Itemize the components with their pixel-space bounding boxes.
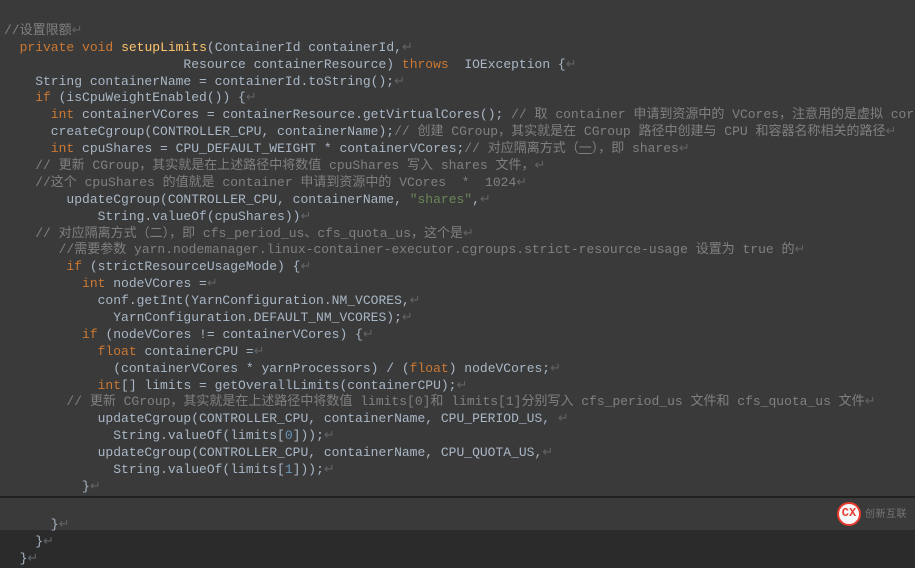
- keyword-int: int: [4, 276, 105, 291]
- keyword-void: void: [82, 40, 113, 55]
- keyword-private: private: [4, 40, 74, 55]
- eol: ↵: [254, 344, 265, 359]
- comment: //设置限额: [4, 23, 72, 38]
- code-editor-bottom[interactable]: }↵ }↵ }↵: [0, 498, 915, 530]
- var-decl: containerCPU =: [144, 344, 253, 359]
- keyword-if: if: [4, 259, 82, 274]
- eol: ↵: [363, 327, 374, 342]
- logo-icon: CX: [837, 502, 861, 526]
- var-decl: cpuShares = CPU_DEFAULT_WEIGHT * contain…: [82, 141, 464, 156]
- code-end: ]));: [293, 462, 324, 477]
- brace: }: [4, 479, 90, 494]
- var-decl: containerVCores = containerResource.getV…: [82, 107, 503, 122]
- comment: // 更新 CGroup，其实就是在上述路径中将数值 limits[0]和 li…: [4, 394, 865, 409]
- comment: // 取 container 申请到资源中的 VCores，注意用的是虚拟 co…: [511, 107, 915, 122]
- keyword-throws: throws: [402, 57, 449, 72]
- number-literal: 0: [285, 428, 293, 443]
- code-line: conf.getInt(YarnConfiguration.NM_VCORES,: [4, 293, 410, 308]
- eol: ↵: [516, 175, 527, 190]
- comment: // 创建 CGroup，其实就是在 CGroup 路径中创建与 CPU 和容器…: [394, 124, 885, 139]
- eol: ↵: [402, 40, 413, 55]
- eol: ↵: [566, 57, 577, 72]
- code-line: String containerName = containerId.toStr…: [4, 74, 394, 89]
- eol: ↵: [865, 394, 876, 409]
- code-line: String.valueOf(limits[: [4, 428, 285, 443]
- param-list: (ContainerId containerId,: [207, 40, 402, 55]
- eol: ↵: [246, 90, 257, 105]
- brace: }: [4, 534, 43, 549]
- string-literal: "shares": [410, 192, 472, 207]
- eol: ↵: [457, 378, 468, 393]
- keyword-int: int: [4, 107, 74, 122]
- code-line: String.valueOf(limits[: [4, 462, 285, 477]
- eol: ↵: [550, 361, 561, 376]
- eol: ↵: [324, 428, 335, 443]
- eol: ↵: [463, 226, 474, 241]
- code-line: createCgroup(CONTROLLER_CPU, containerNa…: [4, 124, 394, 139]
- eol: ↵: [558, 411, 569, 426]
- code-line: updateCgroup(CONTROLLER_CPU, containerNa…: [4, 445, 542, 460]
- watermark-logo: CX 创新互联: [837, 502, 907, 526]
- code-editor-top[interactable]: //设置限额 ↵ private void setupLimits(Contain…: [0, 0, 915, 496]
- eol: ↵: [207, 276, 218, 291]
- keyword-float-cast: float: [410, 361, 449, 376]
- eol: ↵: [300, 259, 311, 274]
- eol: ↵: [679, 141, 690, 156]
- comment: // 更新 CGroup，其实就是在上述路径中将数值 cpuShares 写入 …: [4, 158, 534, 173]
- keyword-if: if: [4, 327, 98, 342]
- exception: IOException {: [464, 57, 565, 72]
- eol: ↵: [394, 74, 405, 89]
- eol: ↵: [324, 462, 335, 477]
- keyword-if: if: [4, 90, 51, 105]
- keyword-int: int: [4, 378, 121, 393]
- eol: ↵: [43, 534, 54, 549]
- call: updateCgroup(CONTROLLER_CPU, containerNa…: [4, 192, 402, 207]
- number-literal: 1: [285, 462, 293, 477]
- eol: ↵: [480, 192, 491, 207]
- code-end: ]));: [293, 428, 324, 443]
- eol: ↵: [90, 479, 101, 494]
- eol: ↵: [886, 124, 897, 139]
- code-line: String.valueOf(cpuShares)): [4, 209, 300, 224]
- eol: ↵: [402, 310, 413, 325]
- comment: //需要参数 yarn.nodemanager.linux-container-…: [4, 242, 795, 257]
- eol: ↵: [795, 242, 806, 257]
- eol: ↵: [72, 23, 83, 38]
- eol: ↵: [534, 158, 545, 173]
- code-line: YarnConfiguration.DEFAULT_NM_VCORES);: [4, 310, 402, 325]
- comment: // 对应隔离方式（一），即 shares: [464, 141, 679, 156]
- expr-end: ) nodeVCores;: [449, 361, 550, 376]
- array-decl: [] limits = getOverallLimits(containerCP…: [121, 378, 456, 393]
- eol: ↵: [27, 551, 38, 566]
- logo-text: 创新互联: [865, 508, 907, 521]
- code-line: updateCgroup(CONTROLLER_CPU, containerNa…: [4, 411, 558, 426]
- method-name: setupLimits: [121, 40, 207, 55]
- keyword-float: float: [4, 344, 137, 359]
- condition: (isCpuWeightEnabled()) {: [59, 90, 246, 105]
- keyword-int: int: [4, 141, 74, 156]
- param-list-cont: Resource containerResource): [4, 57, 394, 72]
- eol: ↵: [542, 445, 553, 460]
- comment: //这个 cpuShares 的值就是 container 申请到资源中的 VC…: [4, 175, 516, 190]
- punct: ,: [472, 192, 480, 207]
- expr: (containerVCores * yarnProcessors) / (: [4, 361, 410, 376]
- eol: ↵: [410, 293, 421, 308]
- condition: (strictResourceUsageMode) {: [90, 259, 301, 274]
- eol: ↵: [300, 209, 311, 224]
- comment: // 对应隔离方式（二），即 cfs_period_us、cfs_quota_u…: [4, 226, 463, 241]
- condition: (nodeVCores != containerVCores) {: [105, 327, 362, 342]
- var-decl: nodeVCores =: [113, 276, 207, 291]
- brace: }: [4, 551, 27, 566]
